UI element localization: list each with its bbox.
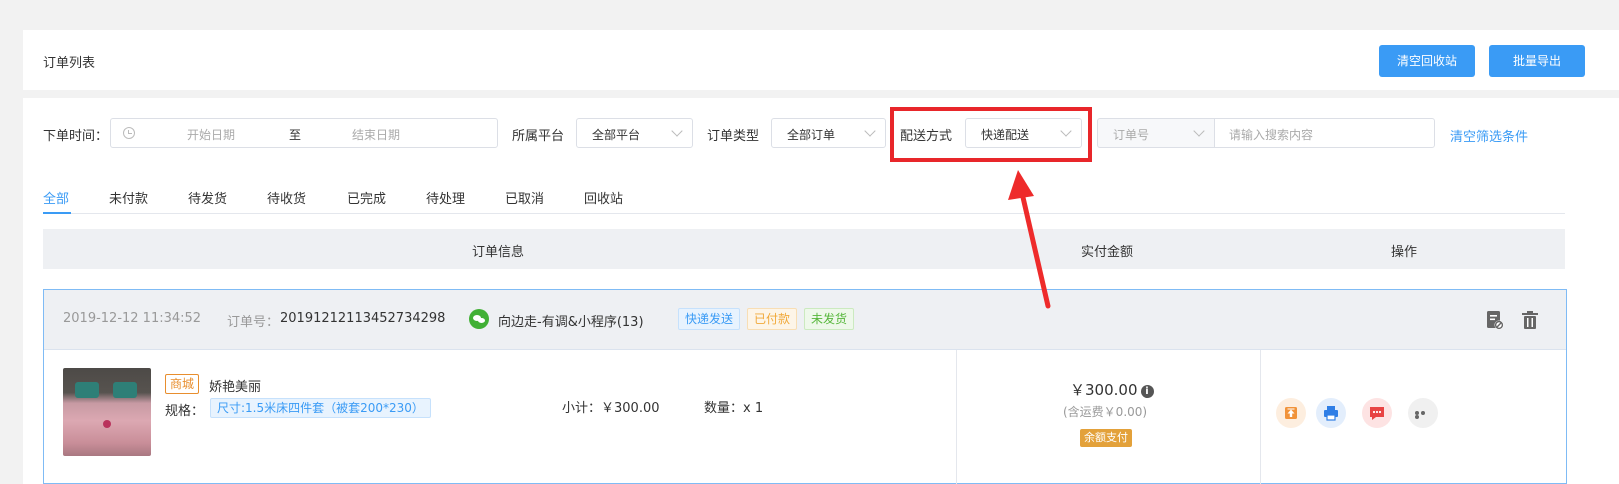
search-input-placeholder: 请输入搜索内容 <box>1229 128 1314 142</box>
header-amount: 实付金额 <box>1081 245 1134 260</box>
tab-cancelled[interactable]: 已取消 <box>505 188 544 207</box>
tab-to-ship[interactable]: 待发货 <box>188 188 227 207</box>
table-header: 订单信息 实付金额 操作 <box>43 229 1565 269</box>
highlight-box <box>890 107 1092 162</box>
order-header: 2019-12-12 11:34:52 订单号： 201912121134527… <box>44 290 1566 350</box>
clock-icon <box>123 127 135 139</box>
tab-recycle[interactable]: 回收站 <box>584 188 623 207</box>
platform-label: 所属平台 <box>512 129 565 144</box>
header-action: 操作 <box>1391 245 1418 260</box>
active-tab-indicator <box>43 212 71 214</box>
spec-label: 规格： <box>165 404 205 419</box>
product-name[interactable]: 娇艳美丽 <box>209 376 261 395</box>
main-card: 下单时间： 开始日期 至 结束日期 所属平台 全部平台 订单类型 全部订单 配送… <box>23 98 1619 484</box>
column-divider <box>1260 350 1261 484</box>
paid-amount-value: ￥300.00 <box>1070 381 1138 399</box>
trash-icon[interactable] <box>1521 310 1539 330</box>
chevron-down-icon <box>864 125 876 137</box>
search-field-value: 订单号 <box>1113 128 1150 142</box>
upload-icon <box>1285 407 1297 419</box>
batch-export-button[interactable]: 批量导出 <box>1489 45 1585 77</box>
end-date-input[interactable]: 结束日期 <box>352 126 400 143</box>
tabs-divider <box>43 213 1565 214</box>
date-range-picker[interactable]: 开始日期 至 结束日期 <box>110 118 498 148</box>
wechat-icon <box>469 309 489 329</box>
store-name: 向边走-有调&小程序(13) <box>498 315 644 330</box>
paid-amount: ￥300.00 i <box>1070 379 1154 400</box>
remark-icon[interactable] <box>1486 310 1504 330</box>
shipping-fee: (含运费￥0.00) <box>1063 405 1148 419</box>
chat-icon <box>1370 407 1384 420</box>
start-date-input[interactable]: 开始日期 <box>187 126 235 143</box>
order-time-label: 下单时间： <box>43 129 109 144</box>
tag-not-shipped: 未发货 <box>804 308 855 330</box>
info-icon[interactable]: i <box>1140 385 1154 398</box>
tag-paid: 已付款 <box>747 308 798 330</box>
message-button[interactable] <box>1362 398 1392 428</box>
platform-select[interactable]: 全部平台 <box>576 118 693 148</box>
tab-all[interactable]: 全部 <box>43 188 69 207</box>
platform-select-value: 全部平台 <box>592 128 641 142</box>
spec-tag: 尺寸:1.5米床四件套（被套200*230） <box>210 398 431 418</box>
chevron-down-icon <box>671 125 683 137</box>
upload-button[interactable] <box>1276 398 1306 428</box>
order-no-label: 订单号： <box>227 315 280 330</box>
header-order-info: 订单信息 <box>472 245 525 260</box>
search-field-select[interactable]: 订单号 <box>1097 118 1215 148</box>
clear-filters-link[interactable]: 清空筛选条件 <box>1450 126 1528 145</box>
shop-badge: 商城 <box>165 374 200 394</box>
printer-icon <box>1324 406 1338 421</box>
order-no: 20191212113452734298 <box>280 311 446 326</box>
tab-unpaid[interactable]: 未付款 <box>109 188 148 207</box>
clear-recycle-button[interactable]: 清空回收站 <box>1379 45 1475 77</box>
tab-pending[interactable]: 待处理 <box>426 188 465 207</box>
order-card: 2019-12-12 11:34:52 订单号： 201912121134527… <box>43 289 1567 484</box>
order-type-select-value: 全部订单 <box>787 128 836 142</box>
search-input[interactable]: 请输入搜索内容 <box>1214 118 1435 148</box>
tab-completed[interactable]: 已完成 <box>347 188 386 207</box>
page-title: 订单列表 <box>43 56 96 71</box>
subtotal: 小计：￥300.00 <box>562 401 660 416</box>
product-thumbnail[interactable] <box>63 368 151 456</box>
print-button[interactable] <box>1316 398 1346 428</box>
quantity: 数量：x 1 <box>704 401 764 416</box>
column-divider <box>956 350 957 484</box>
order-type-select[interactable]: 全部订单 <box>771 118 886 148</box>
tag-delivery: 快递发送 <box>678 308 741 330</box>
tab-to-receive[interactable]: 待收货 <box>267 188 306 207</box>
more-button[interactable] <box>1408 398 1438 428</box>
date-separator: 至 <box>289 128 302 142</box>
chevron-down-icon <box>1193 125 1205 137</box>
header-card: 订单列表 清空回收站 批量导出 <box>23 30 1619 90</box>
order-type-label: 订单类型 <box>707 129 760 144</box>
more-dots-icon <box>1415 411 1431 419</box>
order-time: 2019-12-12 11:34:52 <box>63 311 202 326</box>
payment-method-badge: 余额支付 <box>1080 429 1132 447</box>
